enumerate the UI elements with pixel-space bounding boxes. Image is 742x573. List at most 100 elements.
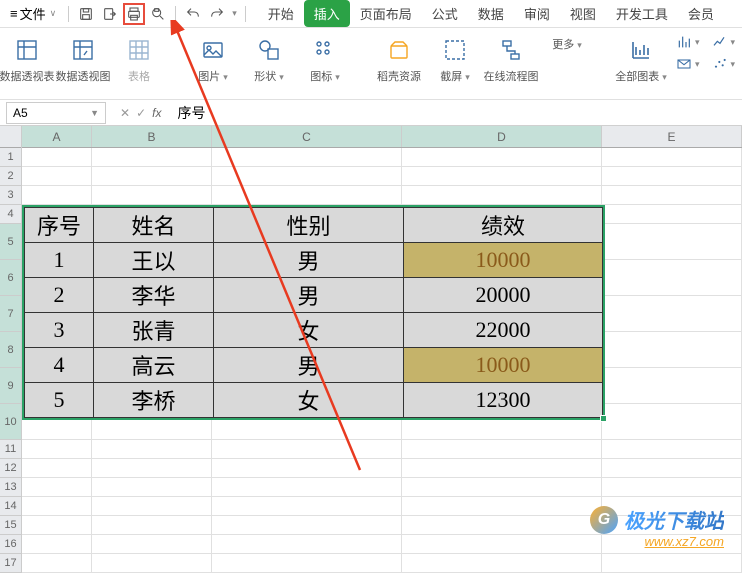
data-cell[interactable]: 王以 <box>94 243 214 278</box>
cell[interactable] <box>602 167 742 186</box>
selection-handle[interactable] <box>600 415 607 422</box>
tab-layout[interactable]: 页面布局 <box>350 0 422 27</box>
row-header[interactable]: 1 <box>0 148 21 167</box>
undo-icon[interactable] <box>182 3 204 25</box>
cell[interactable] <box>92 535 212 554</box>
cell[interactable] <box>212 535 402 554</box>
cell[interactable] <box>22 478 92 497</box>
cell[interactable] <box>22 554 92 573</box>
cell[interactable] <box>602 205 742 224</box>
print-preview-icon[interactable] <box>147 3 169 25</box>
cell[interactable] <box>22 148 92 167</box>
cell[interactable] <box>212 478 402 497</box>
cell[interactable] <box>402 186 602 205</box>
row-header[interactable]: 4 <box>0 205 21 224</box>
data-cell[interactable]: 3 <box>25 313 94 348</box>
row-header[interactable]: 6 <box>0 260 21 296</box>
col-header-C[interactable]: C <box>212 126 402 147</box>
redo-icon[interactable] <box>206 3 228 25</box>
name-box[interactable]: A5 ▼ <box>6 102 106 124</box>
chevron-down-icon[interactable]: ▾ <box>230 8 239 19</box>
screenshot-button[interactable]: 截屏 ▾ <box>434 34 476 86</box>
cell[interactable] <box>602 478 742 497</box>
row-header[interactable]: 2 <box>0 167 21 186</box>
tab-insert[interactable]: 插入 <box>304 0 350 27</box>
data-cell[interactable]: 女 <box>214 313 404 348</box>
cell[interactable] <box>402 478 602 497</box>
cell[interactable] <box>92 148 212 167</box>
select-all-corner[interactable] <box>0 126 21 148</box>
row-header[interactable]: 12 <box>0 459 21 478</box>
row-header[interactable]: 13 <box>0 478 21 497</box>
data-cell[interactable]: 1 <box>25 243 94 278</box>
tab-start[interactable]: 开始 <box>258 0 304 27</box>
data-cell[interactable]: 李桥 <box>94 383 214 418</box>
row-header[interactable]: 8 <box>0 332 21 368</box>
row-header[interactable]: 11 <box>0 440 21 459</box>
icon-button[interactable]: 图标 ▾ <box>304 34 346 86</box>
row-header[interactable]: 3 <box>0 186 21 205</box>
data-cell[interactable]: 10000 <box>404 243 603 278</box>
cell[interactable] <box>602 186 742 205</box>
tab-dev[interactable]: 开发工具 <box>606 0 678 27</box>
row-header[interactable]: 14 <box>0 497 21 516</box>
flowchart-button[interactable]: 在线流程图 <box>490 34 532 86</box>
cell[interactable] <box>22 535 92 554</box>
header-cell[interactable]: 序号 <box>25 208 94 243</box>
cancel-icon[interactable]: ✕ <box>120 106 130 120</box>
cell[interactable] <box>402 148 602 167</box>
cell[interactable] <box>602 440 742 459</box>
line-chart-icon[interactable]: ▾ <box>712 34 736 50</box>
cell[interactable] <box>602 260 742 296</box>
tab-data[interactable]: 数据 <box>468 0 514 27</box>
col-header-D[interactable]: D <box>402 126 602 147</box>
cell[interactable] <box>92 516 212 535</box>
cell[interactable] <box>602 368 742 404</box>
header-cell[interactable]: 绩效 <box>404 208 603 243</box>
tab-formula[interactable]: 公式 <box>422 0 468 27</box>
cell[interactable] <box>402 459 602 478</box>
data-cell[interactable]: 2 <box>25 278 94 313</box>
cell[interactable] <box>212 167 402 186</box>
cell[interactable] <box>92 186 212 205</box>
row-header[interactable]: 7 <box>0 296 21 332</box>
cell[interactable] <box>402 535 602 554</box>
row-header[interactable]: 16 <box>0 535 21 554</box>
cell[interactable] <box>92 167 212 186</box>
cell[interactable] <box>402 497 602 516</box>
data-cell[interactable]: 男 <box>214 243 404 278</box>
bar-chart-icon[interactable]: ▾ <box>676 34 700 50</box>
cell[interactable] <box>212 554 402 573</box>
cell[interactable] <box>22 167 92 186</box>
docer-button[interactable]: 稻壳资源 <box>378 34 420 86</box>
cell[interactable] <box>22 186 92 205</box>
data-cell[interactable]: 4 <box>25 348 94 383</box>
cell[interactable] <box>22 440 92 459</box>
data-cell[interactable]: 高云 <box>94 348 214 383</box>
cell[interactable] <box>602 148 742 167</box>
cell[interactable] <box>22 516 92 535</box>
cell[interactable] <box>212 148 402 167</box>
cell[interactable] <box>602 224 742 260</box>
pivot-table-button[interactable]: 数据透视表 <box>6 34 48 86</box>
col-header-A[interactable]: A <box>22 126 92 147</box>
data-cell[interactable]: 男 <box>214 278 404 313</box>
header-cell[interactable]: 性别 <box>214 208 404 243</box>
cell[interactable] <box>402 440 602 459</box>
header-cell[interactable]: 姓名 <box>94 208 214 243</box>
tab-member[interactable]: 会员 <box>678 0 724 27</box>
more-button[interactable]: 更多 ▾ <box>546 34 588 54</box>
file-menu[interactable]: ≡ 文件 ∨ <box>6 2 62 25</box>
cell[interactable] <box>602 554 742 573</box>
col-header-E[interactable]: E <box>602 126 742 147</box>
save-icon[interactable] <box>75 3 97 25</box>
data-cell[interactable]: 22000 <box>404 313 603 348</box>
confirm-icon[interactable]: ✓ <box>136 106 146 120</box>
cell[interactable] <box>92 478 212 497</box>
print-icon[interactable] <box>123 3 145 25</box>
data-table[interactable]: 序号 姓名 性别 绩效 1王以男100002李华男200003张青女220004… <box>24 207 603 418</box>
cell[interactable] <box>92 459 212 478</box>
data-cell[interactable]: 20000 <box>404 278 603 313</box>
cell[interactable] <box>602 404 742 440</box>
cell[interactable] <box>212 516 402 535</box>
